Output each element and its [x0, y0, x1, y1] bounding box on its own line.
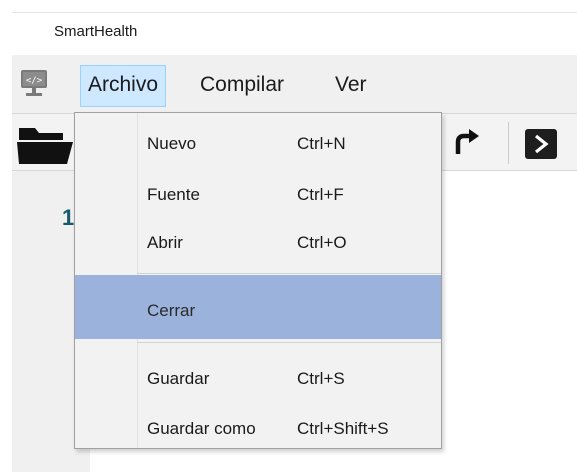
menu-item-label: Nuevo: [147, 134, 197, 153]
menu-bar: </> Archivo Compilar Ver: [12, 55, 577, 113]
menu-item-cerrar[interactable]: Cerrar: [75, 275, 441, 339]
title-bar: SmartHealth: [12, 13, 577, 55]
menu-item-guardar-como[interactable]: Guardar como Ctrl+Shift+S: [75, 409, 441, 449]
menu-item-shortcut: Ctrl+Shift+S: [297, 419, 389, 438]
code-monitor-icon: </>: [20, 69, 48, 99]
menu-item-label: Cerrar: [147, 301, 196, 320]
menu-compilar[interactable]: Compilar: [193, 65, 291, 105]
menu-item-fuente[interactable]: Fuente Ctrl+F: [75, 175, 441, 215]
menu-separator: [137, 273, 441, 274]
menu-item-abrir[interactable]: Abrir Ctrl+O: [75, 223, 441, 263]
line-number: 1: [62, 205, 75, 230]
menu-separator: [137, 342, 441, 343]
menu-item-label: Guardar como: [147, 419, 256, 438]
menu-ver[interactable]: Ver: [328, 65, 374, 105]
run-icon[interactable]: [525, 129, 557, 164]
menu-item-shortcut: Ctrl+S: [297, 369, 345, 388]
window-title: SmartHealth: [54, 23, 138, 40]
menu-item-nuevo[interactable]: Nuevo Ctrl+N: [75, 124, 441, 164]
menu-item-label: Guardar: [147, 369, 210, 388]
menu-item-shortcut: Ctrl+F: [297, 185, 344, 204]
svg-text:</>: </>: [26, 76, 43, 86]
menu-item-label: Fuente: [147, 185, 200, 204]
folder-icon[interactable]: [17, 124, 73, 169]
redo-icon[interactable]: [452, 128, 482, 163]
menu-item-shortcut: Ctrl+O: [297, 233, 347, 252]
menu-item-shortcut: Ctrl+N: [297, 134, 346, 153]
archivo-dropdown-menu: Nuevo Ctrl+N Fuente Ctrl+F Abrir Ctrl+O …: [74, 112, 442, 449]
menu-archivo[interactable]: Archivo: [80, 65, 167, 107]
toolbar-separator: [508, 122, 509, 164]
menu-item-guardar[interactable]: Guardar Ctrl+S: [75, 359, 441, 399]
menu-item-label: Abrir: [147, 233, 183, 252]
